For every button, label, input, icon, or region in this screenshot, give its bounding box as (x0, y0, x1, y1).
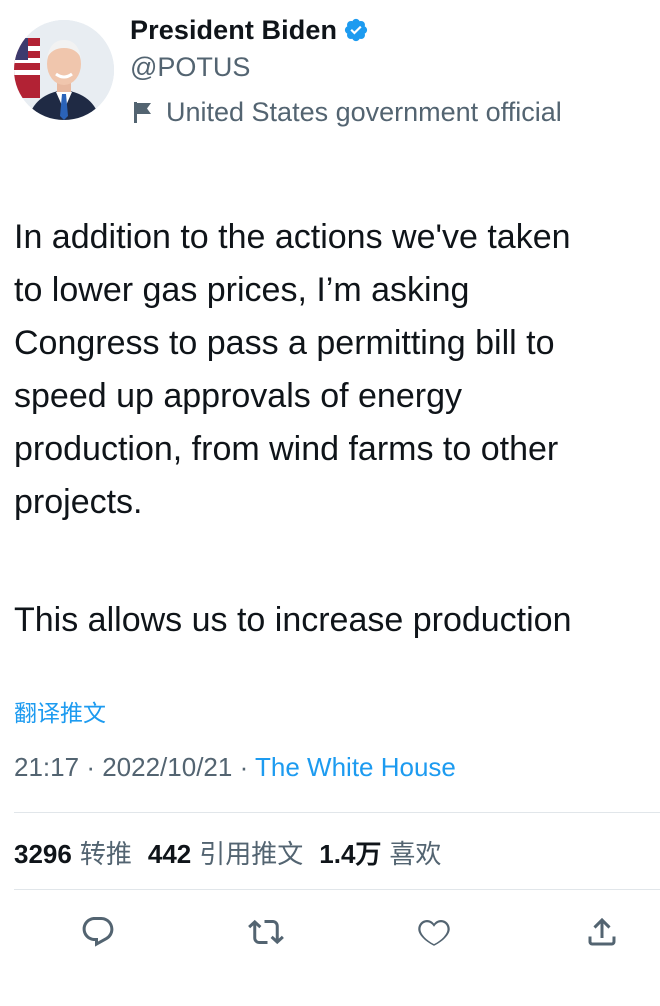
translate-link[interactable]: 翻译推文 (14, 694, 106, 728)
tweet-stats: 3296 转推 442 引用推文 1.4万 喜欢 (14, 834, 457, 871)
tweet-header: President Biden @POTUS United States gov… (14, 10, 654, 130)
quotes-count: 442 (147, 839, 192, 869)
meta-separator: · (86, 752, 95, 782)
verified-badge-icon (343, 17, 369, 43)
handle[interactable]: @POTUS (130, 50, 650, 90)
tweet-paragraph: In addition to the actions we've taken t… (14, 218, 571, 521)
share-button[interactable] (580, 912, 624, 956)
quotes-label: 引用推文 (199, 839, 304, 869)
retweets-stat[interactable]: 3296 转推 (14, 834, 132, 871)
display-name[interactable]: President Biden (130, 15, 337, 46)
meta-separator: · (239, 752, 249, 782)
retweet-button[interactable] (244, 912, 288, 956)
quotes-stat[interactable]: 442 引用推文 (148, 834, 303, 871)
name-row: President Biden (130, 10, 650, 50)
tweet-paragraph: This allows us to increase production wh… (14, 601, 577, 658)
author-identity: President Biden @POTUS United States gov… (130, 10, 650, 134)
retweet-icon (248, 914, 284, 955)
affiliation-text: United States government official (166, 96, 562, 127)
share-icon (584, 914, 620, 955)
action-bar (0, 912, 660, 956)
likes-count: 1.4万 (319, 839, 382, 869)
tweet-text: In addition to the actions we've taken t… (14, 158, 660, 658)
retweets-label: 转推 (79, 839, 132, 869)
tweet-date[interactable]: 2022/10/21 (102, 752, 232, 782)
likes-stat[interactable]: 1.4万 喜欢 (319, 834, 441, 871)
heart-icon (416, 914, 452, 955)
tweet-source-link[interactable]: The White House (255, 752, 456, 782)
retweets-count: 3296 (14, 839, 72, 869)
affiliation-label: United States government official (130, 90, 650, 134)
tweet-body: In addition to the actions we've taken t… (0, 158, 660, 658)
avatar[interactable] (14, 20, 114, 120)
flag-icon (132, 100, 154, 124)
likes-label: 喜欢 (389, 839, 442, 869)
reply-icon (80, 914, 116, 955)
divider (14, 889, 660, 890)
tweet-time[interactable]: 21:17 (14, 752, 79, 782)
divider (14, 812, 660, 813)
reply-button[interactable] (76, 912, 120, 956)
tweet-meta: 21:17 · 2022/10/21 · The White House (14, 752, 456, 783)
like-button[interactable] (412, 912, 456, 956)
